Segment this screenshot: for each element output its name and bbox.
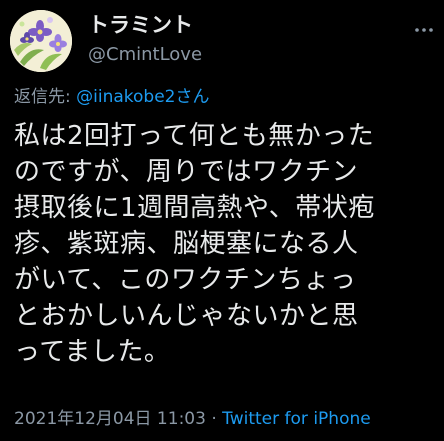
more-options-icon[interactable] xyxy=(412,18,436,42)
tweet-text-line: 私は2回打って何とも無かった xyxy=(14,121,375,151)
tweet-source-link[interactable]: Twitter for iPhone xyxy=(222,409,371,429)
meta-separator: · xyxy=(205,409,223,429)
tweet-text-line: のですが、周りではワクチン xyxy=(14,157,358,187)
tweet-meta: 2021年12月04日 11:03 · Twitter for iPhone xyxy=(14,408,371,430)
reply-mention-link[interactable]: @iinakobe2さん xyxy=(76,87,209,107)
tweet-container: トラミント @CmintLove 返信先: @iinakobe2さん 私は2回打… xyxy=(0,0,444,441)
flower-illustration-icon xyxy=(10,10,72,72)
tweet-text-line: がいて、このワクチンちょっ xyxy=(14,265,357,295)
tweet-text-line: 疹、紫斑病、脳梗塞になる人 xyxy=(14,229,359,259)
display-name[interactable]: トラミント xyxy=(88,12,202,38)
tweet-timestamp[interactable]: 2021年12月04日 11:03 xyxy=(14,409,206,429)
reply-prefix: 返信先: xyxy=(14,87,77,107)
tweet-text-line: とおかしいんじゃないかと思 xyxy=(14,301,359,331)
reply-to-line: 返信先: @iinakobe2さん xyxy=(14,86,209,108)
tweet-text-line: ってました。 xyxy=(14,337,171,367)
author-names: トラミント @CmintLove xyxy=(88,12,202,66)
avatar[interactable] xyxy=(10,10,72,72)
user-handle[interactable]: @CmintLove xyxy=(88,44,202,66)
tweet-text: 私は2回打って何とも無かった のですが、周りではワクチン 摂取後に1週間高熱や、… xyxy=(14,118,442,370)
tweet-text-line: 摂取後に1週間高熱や、帯状疱 xyxy=(14,193,375,223)
